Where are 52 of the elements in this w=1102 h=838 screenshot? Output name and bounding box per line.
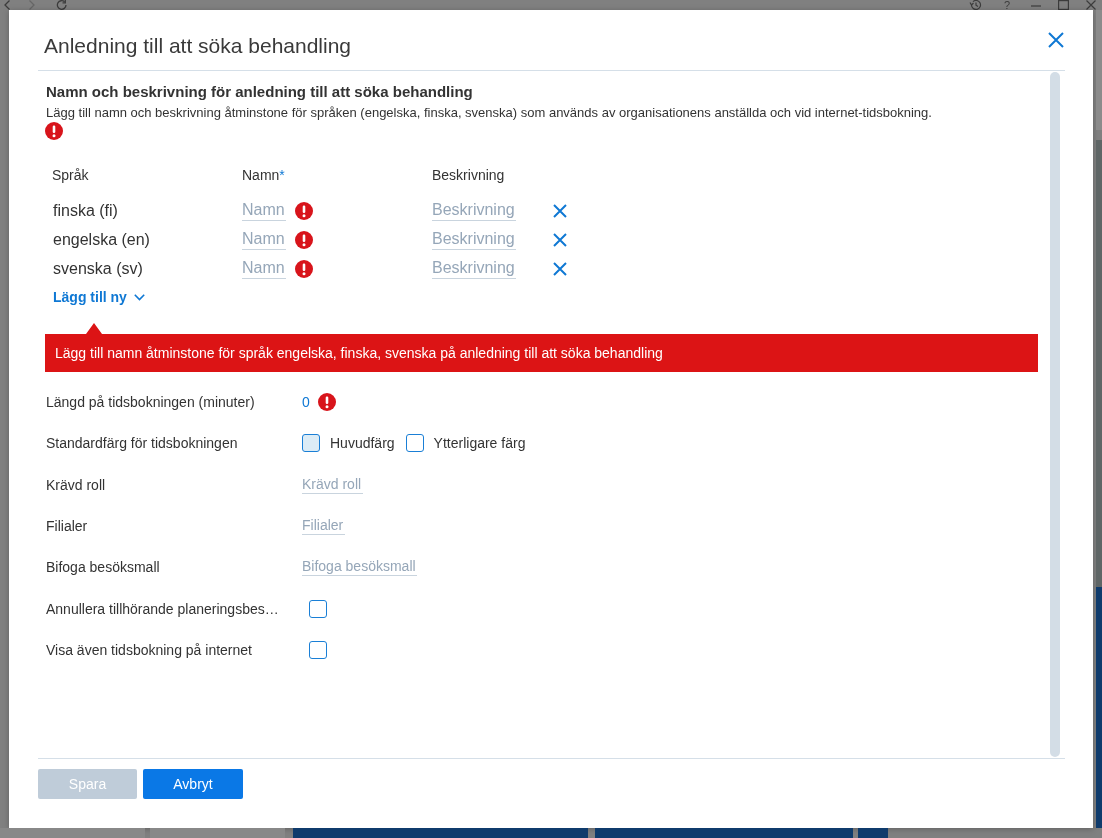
description-field[interactable]: Beskrivning [432,229,516,250]
chevron-down-icon [133,293,145,301]
name-field[interactable]: Namn [242,258,286,279]
history-icon[interactable] [968,0,983,10]
color-swatch[interactable] [302,434,320,453]
help-button[interactable]: ? [1003,0,1010,10]
column-header: Beskrivning [432,166,506,185]
name-field[interactable]: Namn [242,200,286,221]
field-label: Längd på tidsbokningen (minuter) [46,394,256,411]
language-label: engelska (en) [52,230,150,249]
cross-icon [553,261,567,276]
backdrop-panel [858,828,888,838]
number-value[interactable]: 0 [302,394,310,411]
field-label: Annullera tillhörande planeringsbes… [46,600,280,617]
dialog-title: Anledning till att söka behandling [44,34,352,58]
close-button[interactable] [1048,32,1064,48]
option-label: Huvudfärg [330,435,395,452]
section-heading: Namn och beskrivning för anledning till att söka behandling [46,83,474,101]
scrollbar[interactable] [1050,72,1060,757]
name-field[interactable]: Namn [242,229,286,250]
section-description: Lägg till namn och beskrivning åtminstone för språken (engelska, finska, svenska) som används av organisationens anställda och vid internet-tidsbokning. [46,104,933,121]
field-label: Standardfärg för tidsbokningen [46,435,239,452]
remove-button[interactable] [553,261,567,276]
picker-field[interactable]: Krävd roll [302,475,363,494]
error-banner: Lägg till namn åtminstone för språk engelska, finska, svenska på anledning till att söka behandling [45,323,1038,372]
color-swatch[interactable] [405,434,424,453]
language-label: finska (fi) [52,201,118,220]
checkbox[interactable] [309,599,327,618]
cross-icon [553,203,567,218]
remove-button[interactable] [553,203,567,218]
maximize-icon[interactable] [1058,0,1069,10]
checkbox[interactable] [309,640,327,659]
refresh-icon[interactable] [56,0,68,10]
close-icon [1048,32,1064,48]
column-header: Språk [52,166,90,185]
picker-field[interactable]: Filialer [302,516,345,535]
add-language-button[interactable]: Lägg till ny [53,283,145,311]
field-label: Krävd roll [46,476,107,493]
column-header: Namn* [242,166,286,185]
close-icon[interactable] [1086,0,1096,10]
option-label: Ytterligare färg [433,435,526,452]
description-field[interactable]: Beskrivning [432,258,516,279]
picker-field[interactable]: Bifoga besöksmall [302,558,417,577]
back-icon[interactable] [3,0,11,10]
language-label: svenska (sv) [52,259,143,278]
cross-icon [553,232,567,247]
field-label: Bifoga besöksmall [46,559,161,576]
description-field[interactable]: Beskrivning [432,200,516,221]
field-label: Visa även tidsbokning på internet [46,641,253,658]
cancel-button[interactable]: Avbryt [143,769,243,799]
remove-button[interactable] [553,232,567,247]
field-label: Filialer [46,517,89,534]
